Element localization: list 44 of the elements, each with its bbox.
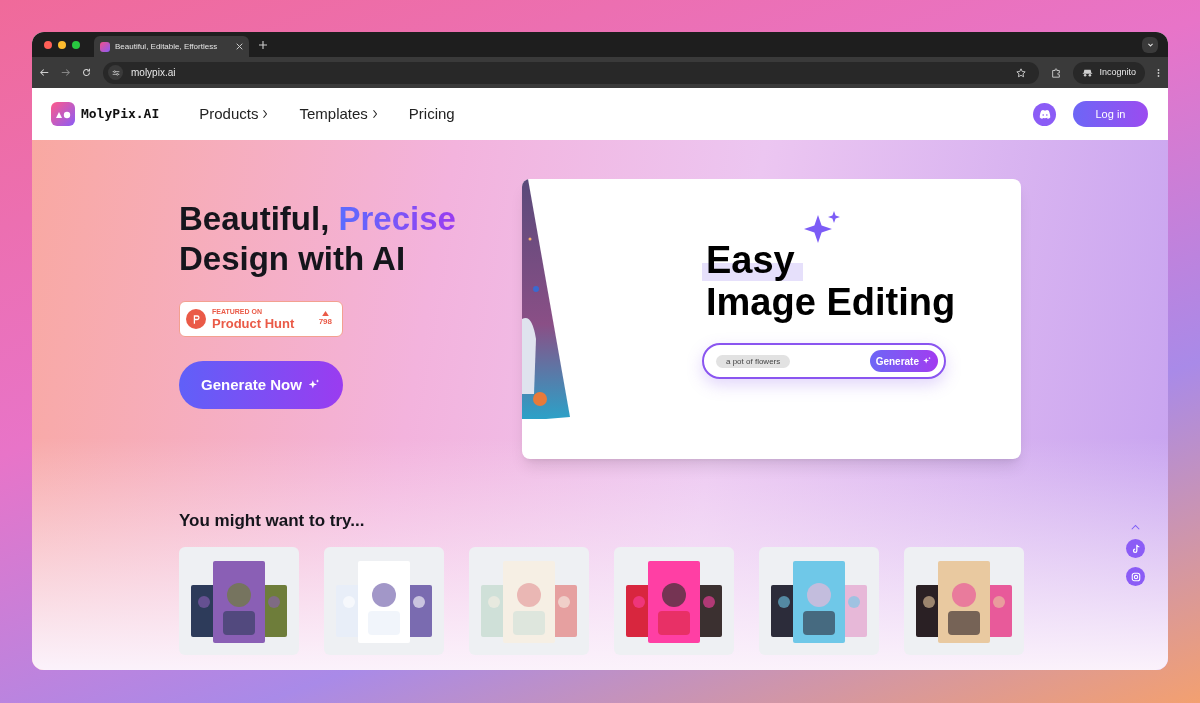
scroll-up-icon[interactable] [1130, 524, 1141, 530]
badge-name: Product Hunt [212, 315, 296, 331]
maximize-window-icon[interactable] [72, 40, 80, 49]
profile-label: Incognito [1099, 65, 1136, 79]
incognito-chip[interactable]: Incognito [1073, 61, 1145, 84]
chevron-down-icon [1146, 41, 1154, 48]
logo-icon[interactable] [51, 102, 75, 126]
chevron-right-icon [262, 109, 269, 119]
browser-tab[interactable]: Beautiful, Editable, Effortless [94, 36, 249, 57]
upvote-icon [321, 310, 329, 316]
incognito-icon [1082, 68, 1094, 77]
instagram-icon[interactable] [1126, 567, 1145, 586]
generate-now-button[interactable]: Generate Now [179, 361, 343, 409]
prompt-chip: a pot of flowers [716, 354, 791, 368]
tiktok-icon[interactable] [1126, 539, 1145, 558]
nav-link[interactable]: Pricing [408, 102, 455, 126]
vote-count: 798 [318, 315, 332, 328]
nav-link[interactable]: Products [199, 102, 269, 126]
site-settings-icon[interactable] [108, 65, 123, 80]
demo-headline: Image Editing [706, 281, 956, 325]
back-icon[interactable] [40, 68, 49, 77]
reload-icon[interactable] [82, 68, 91, 77]
tab-title: Beautiful, Editable, Effortless [115, 40, 219, 53]
bookmark-star-icon[interactable] [1016, 67, 1027, 78]
login-button[interactable]: Log in [1073, 101, 1148, 127]
extensions-icon[interactable] [1051, 67, 1062, 78]
address-field[interactable]: molypix.ai [103, 61, 1040, 84]
site-logo-icon [100, 41, 110, 52]
minimize-window-icon[interactable] [58, 40, 66, 49]
generate-button[interactable]: Generate [869, 350, 938, 372]
section-title: You might want to try... [179, 510, 365, 532]
new-tab-icon[interactable] [259, 40, 267, 49]
product-hunt-icon [186, 309, 206, 329]
close-icon[interactable] [236, 43, 243, 50]
chevron-right-icon [371, 109, 378, 119]
hero-title: Beautiful, Precise Design with AI [179, 199, 457, 279]
logo-text[interactable]: MolyPix.AI [81, 104, 160, 124]
nav-link[interactable]: Templates [299, 102, 378, 126]
menu-icon[interactable] [1157, 67, 1160, 78]
prompt-field[interactable]: a pot of flowers Generate [702, 343, 946, 379]
close-window-icon[interactable] [44, 40, 52, 49]
url-text: molypix.ai [131, 66, 177, 80]
tab-search-button[interactable] [1142, 36, 1158, 53]
discord-icon[interactable] [1033, 102, 1056, 126]
